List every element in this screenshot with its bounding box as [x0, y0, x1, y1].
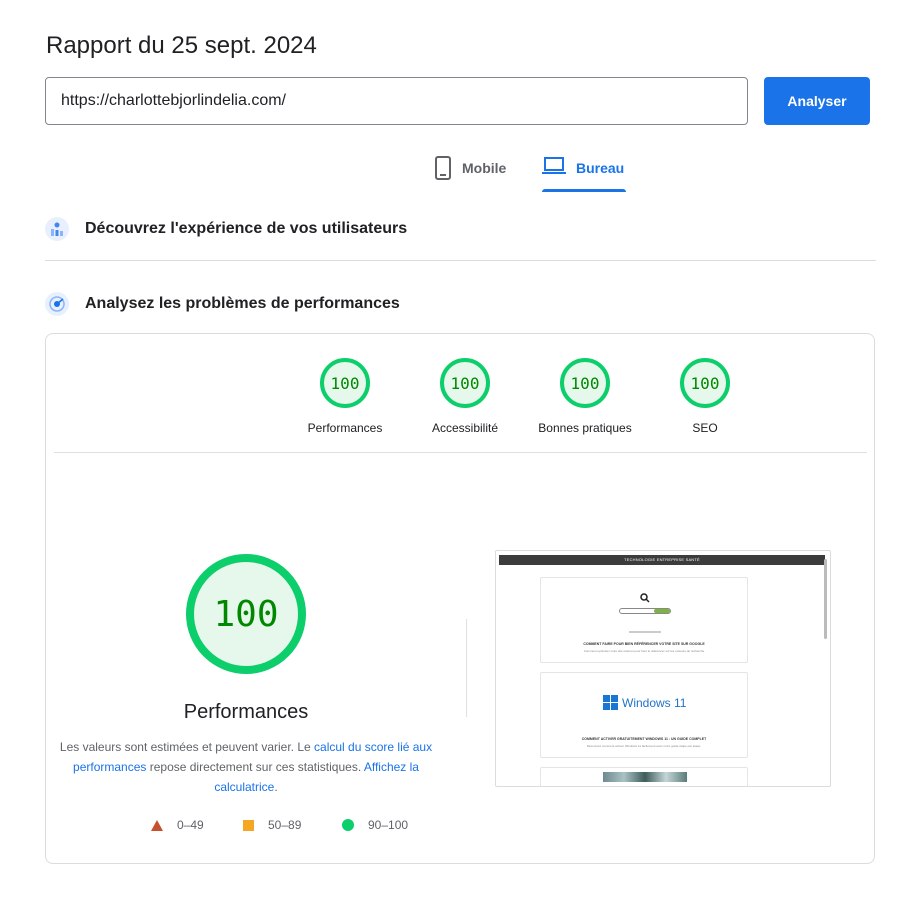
section-diagnose: Analysez les problèmes de performances: [45, 292, 400, 316]
windows-grid-icon: [603, 695, 618, 710]
gauge-seo-score: 100: [680, 358, 730, 408]
gauge-accessibility-score: 100: [440, 358, 490, 408]
thumbnail-searchbar: [619, 608, 671, 614]
thumbnail-scrollbar: [824, 559, 827, 639]
thumbnail-post-windows: Windows 11 COMMENT ACTIVER GRATUITEMENT …: [540, 672, 748, 758]
thumbnail-separator: [629, 631, 661, 633]
windows-logo: Windows 11: [603, 695, 686, 710]
note-suffix: .: [274, 780, 278, 794]
card-divider: [54, 452, 867, 453]
page-title: Rapport du 25 sept. 2024: [46, 32, 317, 59]
performance-note: Les valeurs sont estimées et peuvent var…: [51, 737, 441, 797]
thumbnail-post-seo: COMMENT FAIRE POUR BIEN RÉFÉRENCER VOTRE…: [540, 577, 748, 663]
url-input[interactable]: [45, 77, 748, 125]
tab-mobile-label: Mobile: [462, 160, 507, 176]
thumbnail-nav: TECHNOLOGIE ENTREPRISE SANTÉ: [499, 555, 825, 565]
analyze-button[interactable]: Analyser: [764, 77, 870, 125]
users-chart-icon: [45, 217, 69, 241]
gauge-seo-label: SEO: [692, 421, 718, 435]
thumbnail-post1-desc: Comment optimiser votre site internet po…: [583, 649, 705, 653]
gauge-performance[interactable]: 100 Performances: [275, 358, 415, 435]
page-screenshot-thumbnail[interactable]: TECHNOLOGIE ENTREPRISE SANTÉ COMMENT FAI…: [495, 550, 831, 787]
magnifier-icon: [640, 590, 650, 608]
tab-desktop-label: Bureau: [576, 160, 625, 176]
tab-desktop[interactable]: Bureau: [542, 152, 627, 192]
thumbnail-post3-image: [603, 772, 687, 782]
gauge-best-practices[interactable]: 100 Bonnes pratiques: [515, 358, 655, 435]
thumbnail-post1-title: COMMENT FAIRE POUR BIEN RÉFÉRENCER VOTRE…: [583, 642, 705, 646]
vertical-divider: [466, 619, 467, 717]
gauge-best-practices-score: 100: [560, 358, 610, 408]
average-square-icon: [243, 819, 254, 831]
performance-big-gauge: 100: [186, 554, 306, 674]
tab-mobile[interactable]: Mobile: [434, 152, 506, 192]
legend-fail: 0–49: [151, 818, 204, 832]
thumbnail-post2-title: COMMENT ACTIVER GRATUITEMENT WINDOWS 11 …: [581, 737, 707, 741]
report-card: 100 Performances 100 Accessibilité 100 B…: [45, 333, 875, 864]
section-diagnose-title: Analysez les problèmes de performances: [85, 295, 400, 312]
legend-average: 50–89: [243, 818, 301, 832]
windows-logo-text: Windows 11: [622, 695, 687, 710]
gauge-performance-label: Performances: [307, 421, 383, 435]
gauge-best-practices-label: Bonnes pratiques: [538, 421, 632, 435]
note-middle: repose directement sur ces statistiques.: [146, 760, 364, 774]
legend-pass: 90–100: [342, 818, 408, 832]
smartphone-icon: [434, 156, 452, 183]
thumbnail-post2-desc: Découvrez comment activer Windows 11 fac…: [586, 744, 702, 748]
legend-fail-label: 0–49: [177, 818, 204, 832]
gauge-performance-score: 100: [320, 358, 370, 408]
pass-circle-icon: [342, 819, 354, 831]
performance-big-label: Performances: [183, 701, 309, 723]
legend-average-label: 50–89: [268, 818, 302, 832]
section-experience: Découvrez l'expérience de vos utilisateu…: [45, 217, 407, 241]
gauge-accessibility-label: Accessibilité: [431, 421, 499, 435]
thumbnail-post-third: [540, 767, 748, 786]
diagnose-icon: [45, 292, 69, 316]
laptop-icon: [542, 156, 566, 179]
note-prefix: Les valeurs sont estimées et peuvent var…: [59, 740, 315, 754]
section-experience-title: Découvrez l'expérience de vos utilisateu…: [85, 220, 408, 237]
legend-pass-label: 90–100: [368, 818, 409, 832]
section-divider: [45, 260, 876, 261]
gauge-seo[interactable]: 100 SEO: [635, 358, 775, 435]
gauge-accessibility[interactable]: 100 Accessibilité: [395, 358, 535, 435]
fail-triangle-icon: [151, 819, 163, 831]
